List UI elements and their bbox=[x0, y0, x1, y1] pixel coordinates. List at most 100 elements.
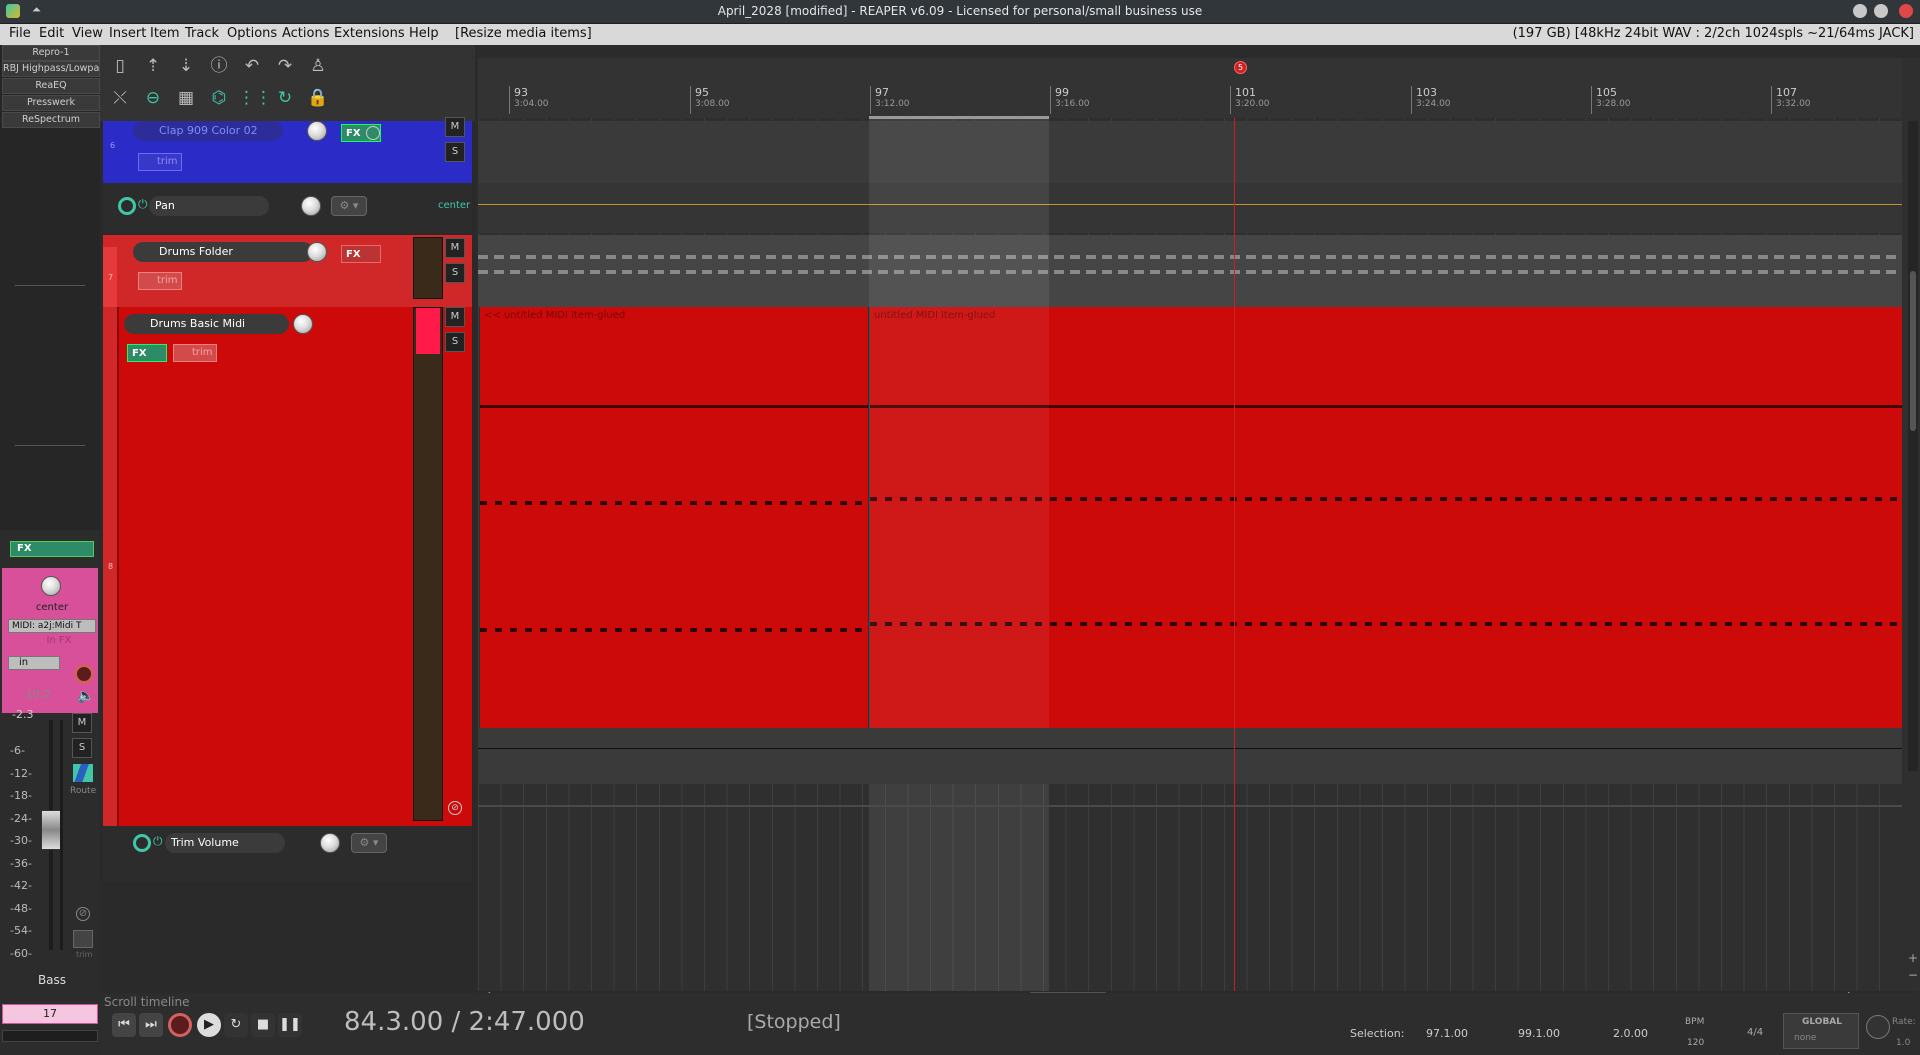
automation-mode[interactable]: GLOBAL none bbox=[1783, 1013, 1859, 1049]
repeat-button[interactable]: ↻ bbox=[224, 1013, 248, 1037]
bpm-value[interactable]: 120 bbox=[1687, 1038, 1704, 1048]
phase-icon[interactable]: ⊘ bbox=[76, 907, 90, 921]
track-clap[interactable]: 6 Clap 909 Color 02 FX trim M S bbox=[103, 117, 472, 183]
fader-handle[interactable] bbox=[41, 810, 61, 850]
time-signature[interactable]: 4/4 bbox=[1747, 1027, 1763, 1038]
pan-knob[interactable] bbox=[301, 196, 321, 216]
volume-knob[interactable] bbox=[293, 314, 313, 334]
menu-extensions[interactable]: Extensions bbox=[334, 26, 405, 41]
snap-icon[interactable]: ⋮⋮ bbox=[238, 85, 272, 111]
fx-item[interactable]: Repro-1 bbox=[2, 45, 100, 61]
trim-button[interactable]: trim bbox=[138, 272, 182, 290]
input-mode-select[interactable]: in bbox=[8, 656, 60, 670]
grid-icon[interactable]: ▦ bbox=[172, 85, 200, 111]
menu-file[interactable]: File bbox=[9, 26, 31, 41]
close-button[interactable] bbox=[1899, 4, 1913, 18]
scrollbar-thumb[interactable] bbox=[1910, 271, 1916, 431]
minimize-button[interactable] bbox=[1853, 4, 1867, 18]
mute-button[interactable]: M bbox=[72, 713, 92, 733]
mute-button[interactable]: M bbox=[445, 117, 465, 137]
position-display[interactable]: 84.3.00 / 2:47.000 bbox=[344, 1007, 585, 1037]
envelope-active-toggle[interactable] bbox=[133, 834, 151, 852]
menu-options[interactable]: Options bbox=[227, 26, 277, 41]
solo-button[interactable]: S bbox=[72, 738, 92, 758]
selection-start[interactable]: 97.1.00 bbox=[1426, 1027, 1468, 1040]
go-to-start-button[interactable]: ⏮ bbox=[112, 1013, 136, 1037]
menu-insert[interactable]: Insert bbox=[109, 26, 146, 41]
volume-knob[interactable] bbox=[307, 242, 327, 262]
track-name[interactable]: Bass bbox=[0, 973, 104, 987]
speaker-icon[interactable]: 🔈 bbox=[77, 688, 94, 704]
project-info-icon[interactable]: ⓘ bbox=[205, 53, 233, 79]
timeline-ruler[interactable]: 5 93 3:04.00 95 3:08.00 97 3:12.00 99 3:16.0… bbox=[478, 58, 1902, 119]
fx-item[interactable]: Presswerk bbox=[2, 95, 100, 111]
pan-knob[interactable] bbox=[41, 576, 61, 596]
trim-button[interactable]: trim bbox=[173, 344, 217, 362]
vertical-scrollbar[interactable] bbox=[1908, 121, 1918, 771]
fx-bypass-icon[interactable] bbox=[366, 126, 380, 140]
track-drums-basic-midi[interactable]: 8 Drums Basic Midi FX trim M S ⊘ bbox=[103, 307, 472, 826]
item-grouping-icon[interactable]: ⊖ bbox=[139, 85, 167, 111]
time-selection-bar[interactable] bbox=[869, 116, 1049, 119]
loop-icon[interactable]: ↻ bbox=[271, 85, 299, 111]
selection-end[interactable]: 99.1.00 bbox=[1518, 1027, 1560, 1040]
track-name-field[interactable]: Drums Basic Midi bbox=[124, 314, 289, 334]
save-project-icon[interactable]: ⇣ bbox=[172, 53, 200, 79]
fx-item[interactable]: ReSpectrum bbox=[2, 112, 100, 128]
phase-icon[interactable]: ⊘ bbox=[448, 801, 462, 815]
maximize-button[interactable] bbox=[1874, 4, 1888, 18]
rate-value[interactable]: 1.0 bbox=[1896, 1038, 1910, 1048]
pause-button[interactable]: ❚❚ bbox=[278, 1013, 302, 1037]
track-number-badge[interactable]: 17 bbox=[2, 1004, 98, 1024]
lock-icon[interactable]: 🔒 bbox=[304, 85, 332, 111]
menu-view[interactable]: View bbox=[72, 26, 103, 41]
record-arm-button[interactable] bbox=[74, 664, 94, 684]
menu-help[interactable]: Help bbox=[409, 26, 439, 41]
ripple-edit-icon[interactable]: ⤬ bbox=[106, 85, 134, 111]
track-name-field[interactable]: Clap 909 Color 02 bbox=[133, 121, 283, 141]
envelope-active-toggle[interactable] bbox=[118, 197, 136, 215]
undo-icon[interactable]: ↶ bbox=[238, 53, 266, 79]
fx-item[interactable]: RBJ Highpass/Lowpass bbox=[2, 61, 100, 77]
mixer-scrollbar[interactable] bbox=[2, 1030, 98, 1042]
zoom-out-icon[interactable]: − bbox=[1908, 968, 1918, 982]
power-icon[interactable]: ⏻ bbox=[138, 197, 148, 212]
midi-item[interactable]: << untitled MIDI item-glued bbox=[480, 307, 868, 728]
menu-item[interactable]: Item bbox=[150, 26, 180, 41]
fx-item[interactable]: ReaEQ bbox=[2, 78, 100, 94]
trim-envelope-icon[interactable] bbox=[73, 930, 93, 948]
selection-length[interactable]: 2.0.00 bbox=[1613, 1027, 1648, 1040]
power-icon[interactable]: ⏻ bbox=[153, 834, 163, 849]
open-project-icon[interactable]: ⇡ bbox=[139, 53, 167, 79]
arrange-view[interactable]: << untitled MIDI item-glued untitled MID… bbox=[478, 58, 1920, 993]
rate-knob[interactable] bbox=[1866, 1015, 1890, 1039]
redo-icon[interactable]: ↷ bbox=[271, 53, 299, 79]
midi-input-select[interactable]: MIDI: a2j:Midi T bbox=[8, 619, 96, 633]
mute-button[interactable]: M bbox=[445, 238, 465, 258]
menu-edit[interactable]: Edit bbox=[39, 26, 64, 41]
route-icon[interactable] bbox=[73, 764, 93, 782]
go-to-end-button[interactable]: ⏭ bbox=[139, 1013, 163, 1037]
metronome-icon[interactable]: ♙ bbox=[304, 53, 332, 79]
new-project-icon[interactable]: ▯ bbox=[106, 53, 134, 79]
fx-toggle-button[interactable]: FX bbox=[10, 541, 94, 557]
solo-button[interactable]: S bbox=[445, 263, 465, 283]
zoom-in-icon[interactable]: + bbox=[1908, 951, 1918, 965]
envelope-link-icon[interactable]: ⌬ bbox=[205, 85, 233, 111]
play-button[interactable]: ▶ bbox=[197, 1013, 221, 1037]
track-drums-folder[interactable]: 7 Drums Folder FX trim M S bbox=[103, 235, 472, 307]
audio-status[interactable]: (197 GB) [48kHz 24bit WAV : 2/2ch 1024sp… bbox=[1513, 26, 1914, 41]
playhead[interactable] bbox=[1234, 118, 1235, 993]
solo-button[interactable]: S bbox=[445, 142, 465, 162]
fx-button[interactable]: FX bbox=[341, 245, 381, 263]
envelope-settings-icon[interactable]: ⚙ ▾ bbox=[331, 196, 367, 216]
record-button[interactable] bbox=[168, 1013, 192, 1037]
mute-button[interactable]: M bbox=[445, 307, 465, 327]
pan-envelope-lane[interactable]: ⏻ Pan ⚙ ▾ center bbox=[103, 183, 472, 233]
trim-knob[interactable] bbox=[320, 833, 340, 853]
volume-knob[interactable] bbox=[307, 121, 327, 141]
menu-track[interactable]: Track bbox=[185, 26, 219, 41]
envelope-settings-icon[interactable]: ⚙ ▾ bbox=[351, 833, 387, 853]
stop-button[interactable]: ■ bbox=[251, 1013, 275, 1037]
trim-volume-envelope-lane[interactable]: ⏻ Trim Volume ⚙ ▾ bbox=[103, 826, 472, 882]
